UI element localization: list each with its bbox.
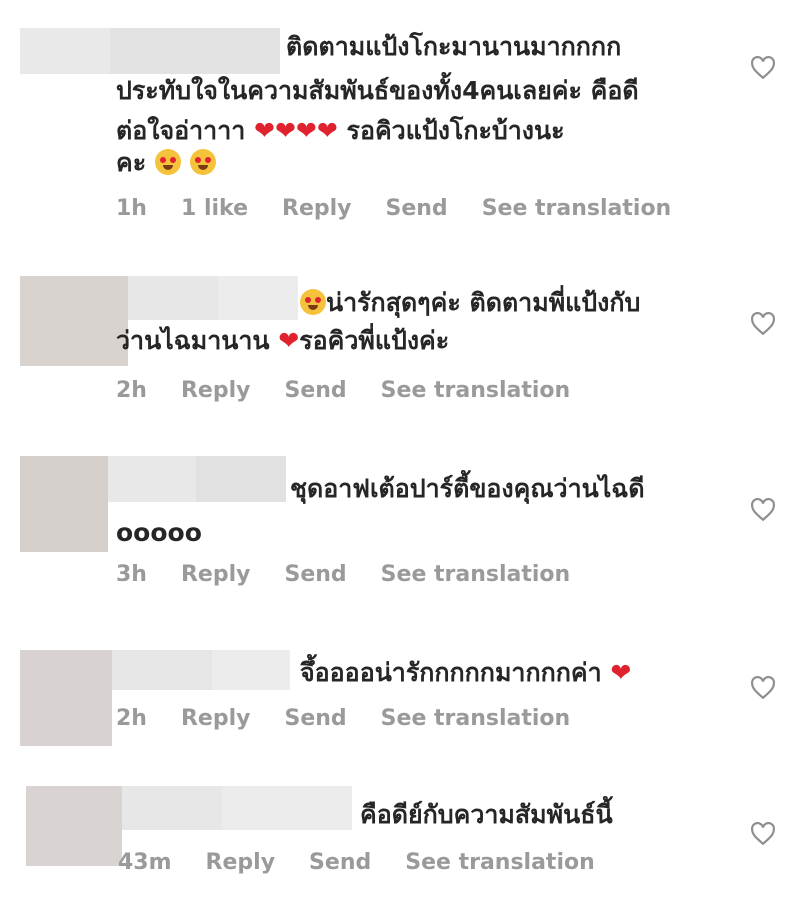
see-translation-link[interactable]: See translation	[381, 706, 571, 731]
reply-button[interactable]: Reply	[206, 850, 276, 875]
comment-text: คะ	[116, 144, 216, 182]
comment-meta: 2h Reply Send See translation	[116, 378, 570, 403]
censored-username	[122, 786, 222, 830]
reply-button[interactable]: Reply	[181, 706, 251, 731]
reply-button[interactable]: Reply	[282, 196, 352, 221]
comment-text: น่ารักสุดๆค่ะ ติดตามพี่แป้งกับ	[300, 284, 640, 322]
comment-text: ประทับใจในความสัมพันธ์ของทั้ง4คนเลยค่ะ ค…	[116, 76, 639, 105]
comment-meta: 3h Reply Send See translation	[116, 562, 570, 587]
comment-text: ติดตามแป้งโกะมานานมากกกก	[286, 32, 622, 61]
comment-3: ชุดอาฟเต้อปาร์ตี้ของคุณว่านไฉดี ooooo 3h…	[0, 420, 800, 610]
red-heart-emoji: ❤	[278, 326, 300, 355]
censored-username	[222, 786, 352, 830]
avatar	[20, 276, 128, 366]
comment-time: 2h	[116, 706, 147, 731]
comment-4: จึ้ออออน่ารักกกกกมากกกค่า ❤ 2h Reply Sen…	[0, 610, 800, 770]
send-button[interactable]: Send	[284, 706, 346, 731]
comment-text: ชุดอาฟเต้อปาร์ตี้ของคุณว่านไฉดี	[290, 474, 645, 503]
comment-text-segment: น่ารักสุดๆค่ะ ติดตามพี่แป้งกับ	[326, 288, 641, 317]
comment-text-segment: คะ	[116, 148, 147, 177]
avatar	[26, 786, 122, 866]
comment-text-segment: ว่านไฉมานาน	[116, 326, 270, 355]
red-heart-emoji: ❤❤❤❤	[254, 116, 338, 145]
see-translation-link[interactable]: See translation	[482, 196, 672, 221]
censored-username	[128, 276, 218, 320]
heart-outline-icon[interactable]	[750, 676, 776, 700]
censored-username	[108, 456, 196, 502]
heart-outline-icon[interactable]	[750, 498, 776, 522]
comment-meta: 2h Reply Send See translation	[116, 706, 570, 731]
comment-text: ooooo	[116, 518, 202, 547]
censored-username	[212, 650, 290, 690]
reply-button[interactable]: Reply	[181, 562, 251, 587]
avatar	[20, 650, 112, 746]
likes-count[interactable]: 1 like	[181, 196, 248, 221]
censored-username	[196, 456, 286, 502]
comment-time: 3h	[116, 562, 147, 587]
comment-2: น่ารักสุดๆค่ะ ติดตามพี่แป้งกับ ว่านไฉมาน…	[0, 240, 800, 420]
heart-eyes-emoji	[189, 149, 216, 175]
comment-text: คือดีย์กับความสัมพันธ์นี้	[360, 800, 613, 829]
heart-outline-icon[interactable]	[750, 822, 776, 846]
comment-time: 2h	[116, 378, 147, 403]
comment-text-segment: จึ้ออออน่ารักกกกกมากกกค่า	[300, 658, 602, 687]
see-translation-link[interactable]: See translation	[381, 562, 571, 587]
heart-eyes-emoji	[300, 289, 326, 315]
comment-meta: 43m Reply Send See translation	[118, 850, 595, 875]
comment-5: คือดีย์กับความสัมพันธ์นี้ 43m Reply Send…	[0, 770, 800, 900]
comment-text-segment: รอคิวแป้งโกะบ้างนะ	[346, 116, 565, 145]
censored-username	[112, 650, 212, 690]
censored-username	[20, 28, 110, 74]
see-translation-link[interactable]: See translation	[405, 850, 595, 875]
comment-text-segment: ต่อใจอ่าาาา	[116, 116, 246, 145]
comment-text: ว่านไฉมานาน ❤รอคิวพี่แป้งค่ะ	[116, 322, 449, 360]
red-heart-emoji: ❤	[610, 658, 632, 687]
reply-button[interactable]: Reply	[181, 378, 251, 403]
comment-meta: 1h 1 like Reply Send See translation	[116, 196, 671, 221]
comment-text-segment: รอคิวพี่แป้งค่ะ	[299, 326, 450, 355]
send-button[interactable]: Send	[284, 378, 346, 403]
heart-outline-icon[interactable]	[750, 312, 776, 336]
heart-eyes-emoji	[154, 149, 181, 175]
comment-1: ติดตามแป้งโกะมานานมากกกก ประทับใจในความส…	[0, 0, 800, 240]
see-translation-link[interactable]: See translation	[381, 378, 571, 403]
comment-time: 1h	[116, 196, 147, 221]
send-button[interactable]: Send	[309, 850, 371, 875]
comment-text: จึ้ออออน่ารักกกกกมากกกค่า ❤	[300, 654, 631, 692]
avatar	[20, 456, 108, 552]
comment-time: 43m	[118, 850, 172, 875]
send-button[interactable]: Send	[386, 196, 448, 221]
heart-outline-icon[interactable]	[750, 56, 776, 80]
censored-username	[218, 276, 298, 320]
censored-username	[110, 28, 280, 74]
send-button[interactable]: Send	[284, 562, 346, 587]
